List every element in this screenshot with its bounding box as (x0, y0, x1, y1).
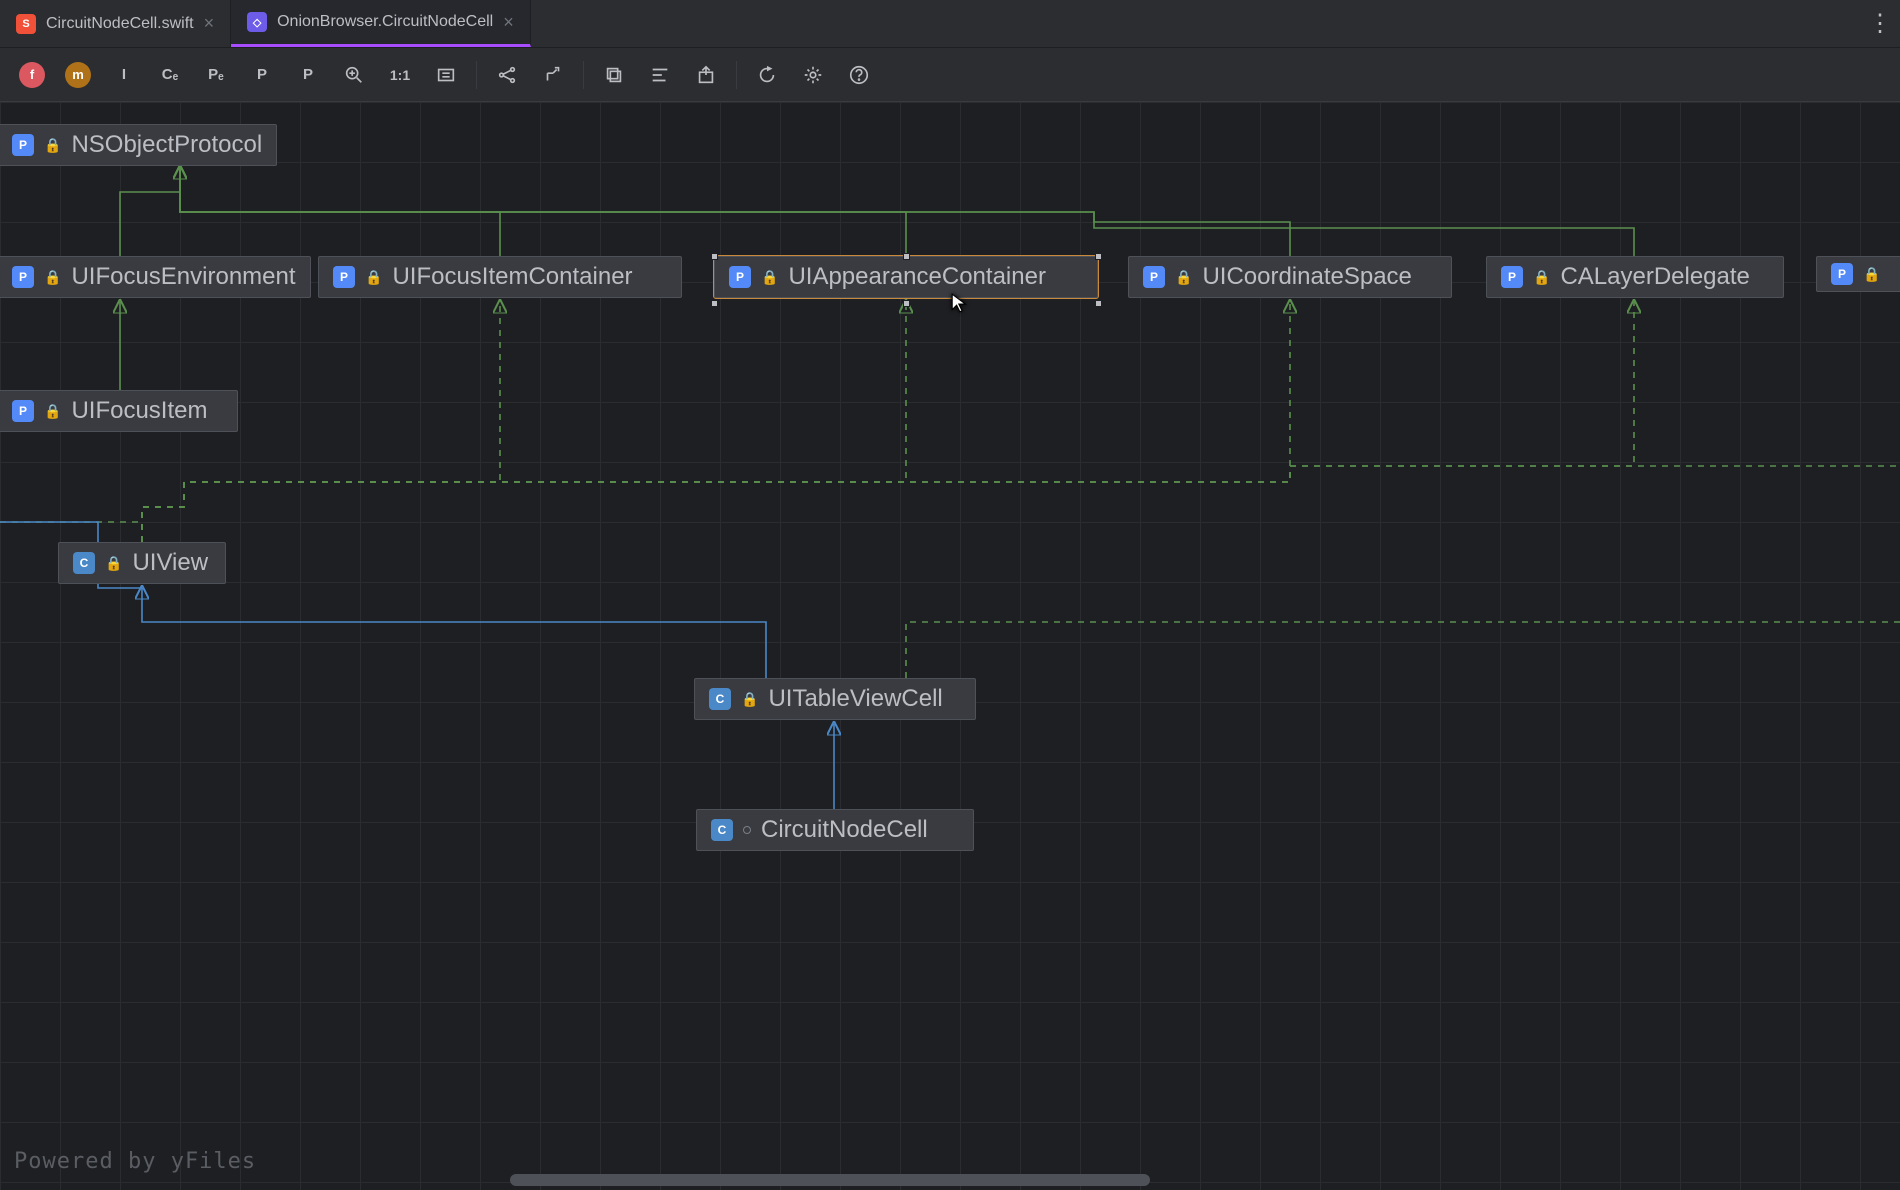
lock-icon: 🔒 (761, 269, 778, 286)
lock-icon: 🔒 (105, 555, 122, 572)
selection-handle[interactable] (711, 300, 718, 307)
toolbar-separator (583, 61, 584, 89)
scrollbar-thumb[interactable] (510, 1174, 1150, 1186)
align-icon[interactable] (638, 56, 682, 94)
fit-content-icon[interactable] (424, 56, 468, 94)
refresh-icon[interactable] (745, 56, 789, 94)
class-icon: C (709, 688, 731, 710)
diagram-canvas[interactable]: P🔒NSObjectProtocolP🔒UIFocusEnvironmentP🔒… (0, 102, 1900, 1190)
close-tab-icon[interactable]: × (503, 12, 514, 33)
node-label: UIView (132, 549, 208, 577)
node-circuit[interactable]: C CircuitNodeCell (696, 809, 974, 851)
node-label: UITableViewCell (768, 685, 942, 713)
share-icon[interactable] (485, 56, 529, 94)
protocol-icon: P (1143, 266, 1165, 288)
node-label: UIFocusItemContainer (392, 263, 632, 291)
node-label: NSObjectProtocol (71, 131, 262, 159)
help-icon[interactable] (837, 56, 881, 94)
p2-icon[interactable]: P (286, 56, 330, 94)
apply-layout-icon[interactable] (531, 56, 575, 94)
selection-handle[interactable] (1095, 300, 1102, 307)
close-tab-icon[interactable]: × (204, 13, 215, 34)
tabbar-spacer (531, 0, 1860, 47)
protocol-icon: P (12, 134, 34, 156)
toolbar-separator (736, 61, 737, 89)
export-icon[interactable] (684, 56, 728, 94)
node-label: UIFocusEnvironment (71, 263, 295, 291)
node-label: UIFocusItem (71, 397, 207, 425)
copy-icon[interactable] (592, 56, 636, 94)
zoom-icon[interactable] (332, 56, 376, 94)
diagram-toolbar: fmICₑPₑPP1:1 (0, 48, 1900, 102)
node-focusic[interactable]: P 🔒 UIFocusItemContainer (318, 256, 682, 298)
protocol-icon: P (12, 400, 34, 422)
node-tvcell[interactable]: C 🔒 UITableViewCell (694, 678, 976, 720)
lock-icon: 🔒 (44, 137, 61, 154)
class-icon: C (73, 552, 95, 574)
one-to-one-icon[interactable]: 1:1 (378, 56, 422, 94)
lock-icon: 🔒 (1863, 266, 1880, 283)
horizontal-scrollbar[interactable] (0, 1174, 1900, 1186)
tab-swift-file[interactable]: S CircuitNodeCell.swift × (0, 0, 231, 47)
node-partialp[interactable]: P🔒 (1816, 256, 1900, 292)
p-sub-e-icon[interactable]: Pₑ (194, 56, 238, 94)
lock-icon: 🔒 (44, 403, 61, 420)
protocol-icon: P (1501, 266, 1523, 288)
yfiles-watermark: Powered by yFiles (14, 1149, 256, 1174)
node-coord[interactable]: P 🔒 UICoordinateSpace (1128, 256, 1452, 298)
diagram-file-icon: ◇ (247, 12, 267, 32)
node-label: CALayerDelegate (1560, 263, 1749, 291)
inspect-icon[interactable]: I (102, 56, 146, 94)
protocol-icon: P (333, 266, 355, 288)
method-icon[interactable]: m (56, 56, 100, 94)
c-sub-e-icon[interactable]: Cₑ (148, 56, 192, 94)
toolbar-separator (476, 61, 477, 89)
node-label: UICoordinateSpace (1202, 263, 1411, 291)
swift-file-icon: S (16, 14, 36, 34)
open-dot-icon (743, 826, 751, 834)
lock-icon: 🔒 (365, 269, 382, 286)
node-label: CircuitNodeCell (761, 816, 928, 844)
editor-tabbar: S CircuitNodeCell.swift × ◇ OnionBrowser… (0, 0, 1900, 48)
node-label: UIAppearanceContainer (788, 263, 1046, 291)
class-icon: C (711, 819, 733, 841)
node-calayer[interactable]: P 🔒 CALayerDelegate (1486, 256, 1784, 298)
node-appearance[interactable]: P 🔒 UIAppearanceContainer (714, 256, 1098, 298)
node-nsobject[interactable]: P 🔒 NSObjectProtocol (0, 124, 277, 166)
lock-icon: 🔒 (1175, 269, 1192, 286)
settings-icon[interactable] (791, 56, 835, 94)
diagram-nodes-layer: P🔒NSObjectProtocolP🔒UIFocusEnvironmentP🔒… (0, 102, 1900, 1190)
node-focusitem[interactable]: P 🔒 UIFocusItem (0, 390, 238, 432)
tab-overflow-icon[interactable]: ⋮ (1860, 0, 1900, 47)
protocol-icon: P (1831, 263, 1853, 285)
tab-diagram[interactable]: ◇ OnionBrowser.CircuitNodeCell × (231, 0, 531, 47)
node-uiview[interactable]: C 🔒 UIView (58, 542, 226, 584)
tab-label: OnionBrowser.CircuitNodeCell (277, 13, 493, 31)
p-badge-icon[interactable]: P (240, 56, 284, 94)
selection-handle[interactable] (903, 300, 910, 307)
protocol-icon: P (12, 266, 34, 288)
node-focusenv[interactable]: P 🔒 UIFocusEnvironment (0, 256, 311, 298)
highlight-usages-icon[interactable]: f (10, 56, 54, 94)
lock-icon: 🔒 (741, 691, 758, 708)
protocol-icon: P (729, 266, 751, 288)
tab-label: CircuitNodeCell.swift (46, 15, 194, 33)
lock-icon: 🔒 (44, 269, 61, 286)
lock-icon: 🔒 (1533, 269, 1550, 286)
